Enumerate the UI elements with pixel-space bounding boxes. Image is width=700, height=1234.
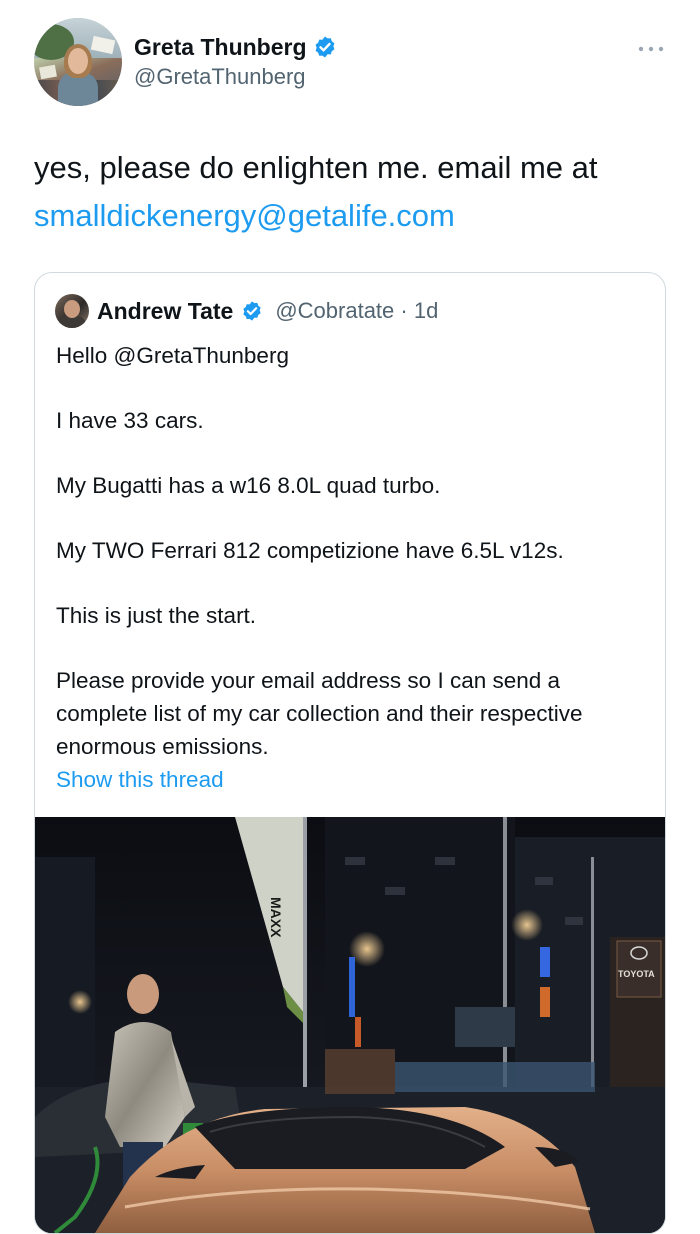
- email-link[interactable]: smalldickenergy@getalife.com: [34, 198, 455, 233]
- author-name-row[interactable]: Greta Thunberg: [134, 30, 337, 64]
- tweet-text-plain: yes, please do enlighten me. email me at: [34, 150, 598, 185]
- author-name[interactable]: Greta Thunberg: [134, 34, 307, 61]
- quote-body: Hello @GretaThunberg I have 33 cars. My …: [56, 339, 646, 763]
- author-handle[interactable]: @GretaThunberg: [134, 64, 306, 90]
- banner-text: MAXX: [268, 897, 284, 938]
- quote-author-handle[interactable]: @Cobratate · 1d: [275, 298, 438, 324]
- verified-badge-icon: [243, 301, 261, 321]
- quote-paragraph: This is just the start.: [56, 603, 257, 628]
- quote-author-name[interactable]: Andrew Tate: [97, 298, 233, 325]
- quote-paragraph: Please provide your email address so I c…: [56, 668, 583, 759]
- toyota-sign-text: TOYOTA: [618, 969, 655, 979]
- more-dots-icon[interactable]: [638, 36, 664, 59]
- quote-photo[interactable]: MAXX TOYOTA: [35, 817, 665, 1233]
- show-thread-link[interactable]: Show this thread: [56, 767, 224, 793]
- quoted-tweet[interactable]: Andrew Tate @Cobratate · 1d Hello @Greta…: [34, 272, 666, 1234]
- car-photo-illustration: MAXX TOYOTA: [35, 817, 665, 1233]
- verified-badge-icon: [315, 36, 334, 58]
- quote-paragraph: My TWO Ferrari 812 competizione have 6.5…: [56, 538, 564, 563]
- quote-author-avatar[interactable]: [55, 294, 89, 328]
- author-avatar[interactable]: [34, 18, 122, 106]
- quote-header: Andrew Tate @Cobratate · 1d: [55, 293, 438, 329]
- quote-paragraph: Hello @GretaThunberg: [56, 343, 289, 368]
- quote-paragraph: I have 33 cars.: [56, 408, 204, 433]
- quote-paragraph: My Bugatti has a w16 8.0L quad turbo.: [56, 473, 441, 498]
- tweet-text: yes, please do enlighten me. email me at…: [34, 144, 666, 240]
